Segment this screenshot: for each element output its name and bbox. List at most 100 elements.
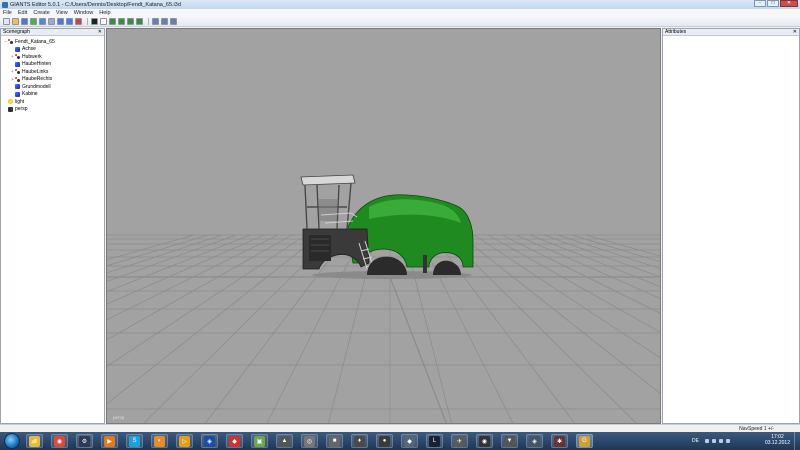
show-desktop-button[interactable] — [794, 432, 800, 450]
attributes-title: Attributes — [665, 29, 687, 35]
cinema4d-glyph: ◈ — [204, 435, 215, 447]
move-tool-icon[interactable] — [109, 18, 116, 25]
game1-glyph: ▲ — [279, 435, 290, 447]
video-player-glyph: ▷ — [179, 435, 190, 447]
scenegraph-item[interactable]: Kabine — [3, 91, 104, 99]
scale-tool-icon[interactable] — [127, 18, 134, 25]
taskbar-apps: 📁 ◉ ⚙ ▶ S ◐ ▷ ◈ ◆ ▣ ▲ ◎ ■ ♦ ● ◆ L ✈ ◉ ▼ ◈ ✱ G — [26, 434, 601, 448]
new-file-icon[interactable] — [3, 18, 10, 25]
game3-icon[interactable]: ■ — [326, 434, 343, 448]
camera-tool-icon[interactable] — [161, 18, 168, 25]
flag-icon[interactable] — [725, 439, 730, 443]
model-cabin-roof — [300, 174, 356, 186]
sketchup-icon[interactable]: ◆ — [226, 434, 243, 448]
minimize-button[interactable]: - — [754, 0, 766, 7]
window-controls: - □ ✕ — [753, 0, 798, 8]
attributes-close-icon[interactable]: ✕ — [793, 29, 797, 35]
camera-icon — [8, 106, 13, 112]
scenegraph-item[interactable]: + HaubeRechts — [3, 76, 104, 84]
start-button[interactable] — [4, 433, 20, 449]
game12-icon[interactable]: ✱ — [551, 434, 568, 448]
game9-icon[interactable]: ◉ — [476, 434, 493, 448]
3d-viewport[interactable]: persp — [106, 28, 661, 424]
select-tool-icon[interactable] — [100, 18, 107, 25]
chrome-icon[interactable]: ◉ — [51, 434, 68, 448]
media-player-icon[interactable]: ▶ — [101, 434, 118, 448]
transform-icon — [15, 54, 20, 60]
save-icon[interactable] — [21, 18, 28, 25]
windows-explorer-icon[interactable]: 📁 — [26, 434, 43, 448]
chrome-glyph: ◉ — [54, 435, 65, 447]
game1-icon[interactable]: ▲ — [276, 434, 293, 448]
mesh-icon — [15, 61, 20, 67]
redo-icon[interactable] — [66, 18, 73, 25]
menu-view[interactable]: View — [56, 10, 68, 16]
grid-axis-z — [389, 276, 447, 423]
tray-arrow-icon[interactable] — [704, 439, 709, 443]
close-button[interactable]: ✕ — [780, 0, 798, 7]
game2-icon[interactable]: ◎ — [301, 434, 318, 448]
game8-icon[interactable]: ✈ — [451, 434, 468, 448]
game10-glyph: ▼ — [504, 435, 515, 447]
menu-file[interactable]: File — [3, 10, 12, 16]
game7-icon[interactable]: L — [426, 434, 443, 448]
skype-icon[interactable]: S — [126, 434, 143, 448]
paint-glyph: ▣ — [254, 435, 265, 447]
language-indicator[interactable]: DE — [692, 438, 699, 444]
blender-icon[interactable]: ◐ — [151, 434, 168, 448]
scenegraph-item-label: Achse — [22, 46, 36, 53]
game4-icon[interactable]: ♦ — [351, 434, 368, 448]
play-icon[interactable] — [91, 18, 98, 25]
clock-date: 03.12.2012 — [764, 440, 790, 446]
paint-icon[interactable]: ▣ — [251, 434, 268, 448]
scenegraph-item[interactable]: light — [3, 98, 104, 106]
undo-icon[interactable] — [57, 18, 64, 25]
paint-tool-icon[interactable] — [152, 18, 159, 25]
menu-help[interactable]: Help — [99, 10, 110, 16]
scenegraph-close-icon[interactable]: ✕ — [98, 29, 102, 35]
grid-line — [571, 234, 660, 263]
maximize-button[interactable]: □ — [767, 0, 779, 7]
scenegraph-title: Scenegraph — [3, 29, 30, 35]
open-folder-icon[interactable] — [12, 18, 19, 25]
game10-icon[interactable]: ▼ — [501, 434, 518, 448]
game5-icon[interactable]: ● — [376, 434, 393, 448]
export-icon[interactable] — [39, 18, 46, 25]
game6-glyph: ◆ — [404, 435, 415, 447]
rotate-tool-icon[interactable] — [118, 18, 125, 25]
scenegraph-item[interactable]: persp — [3, 106, 104, 114]
copy-icon[interactable] — [48, 18, 55, 25]
game8-glyph: ✈ — [454, 435, 465, 447]
grid-tool-icon[interactable] — [170, 18, 177, 25]
menu-create[interactable]: Create — [33, 10, 50, 16]
menu-window[interactable]: Window — [74, 10, 94, 16]
game11-icon[interactable]: ◈ — [526, 434, 543, 448]
clock[interactable]: 17:02 03.12.2012 — [765, 434, 790, 446]
grid-line — [445, 234, 637, 423]
scenegraph-item[interactable]: Grundmodell — [3, 83, 104, 91]
game6-icon[interactable]: ◆ — [401, 434, 418, 448]
terrain-tool-icon[interactable] — [136, 18, 143, 25]
delete-icon[interactable] — [75, 18, 82, 25]
giants-editor-icon[interactable]: G — [576, 434, 593, 448]
toolbar-separator — [87, 18, 88, 25]
scenegraph-item[interactable]: − Fendt_Katana_65 — [3, 38, 104, 46]
scenegraph-item[interactable]: + Hubwerk — [3, 53, 104, 61]
attributes-panel: Attributes ✕ — [662, 28, 800, 424]
system-tray: DE 17:02 03.12.2012 — [688, 432, 800, 450]
scenegraph-item[interactable]: Achse — [3, 46, 104, 54]
viewport-canvas[interactable]: persp — [107, 29, 661, 424]
scenegraph-item[interactable]: + HaubeLinks — [3, 68, 104, 76]
cinema4d-icon[interactable]: ◈ — [201, 434, 218, 448]
volume-icon[interactable] — [718, 439, 723, 443]
import-icon[interactable] — [30, 18, 37, 25]
model-front-wheel — [367, 256, 407, 275]
scenegraph-item[interactable]: HaubeHinten — [3, 61, 104, 69]
grid-line — [529, 234, 660, 287]
steam-icon[interactable]: ⚙ — [76, 434, 93, 448]
viewport-camera-label: persp — [113, 415, 125, 420]
scenegraph-item-label: HaubeHinten — [22, 61, 52, 68]
video-player-icon[interactable]: ▷ — [176, 434, 193, 448]
menu-edit[interactable]: Edit — [18, 10, 27, 16]
network-icon[interactable] — [711, 439, 716, 443]
